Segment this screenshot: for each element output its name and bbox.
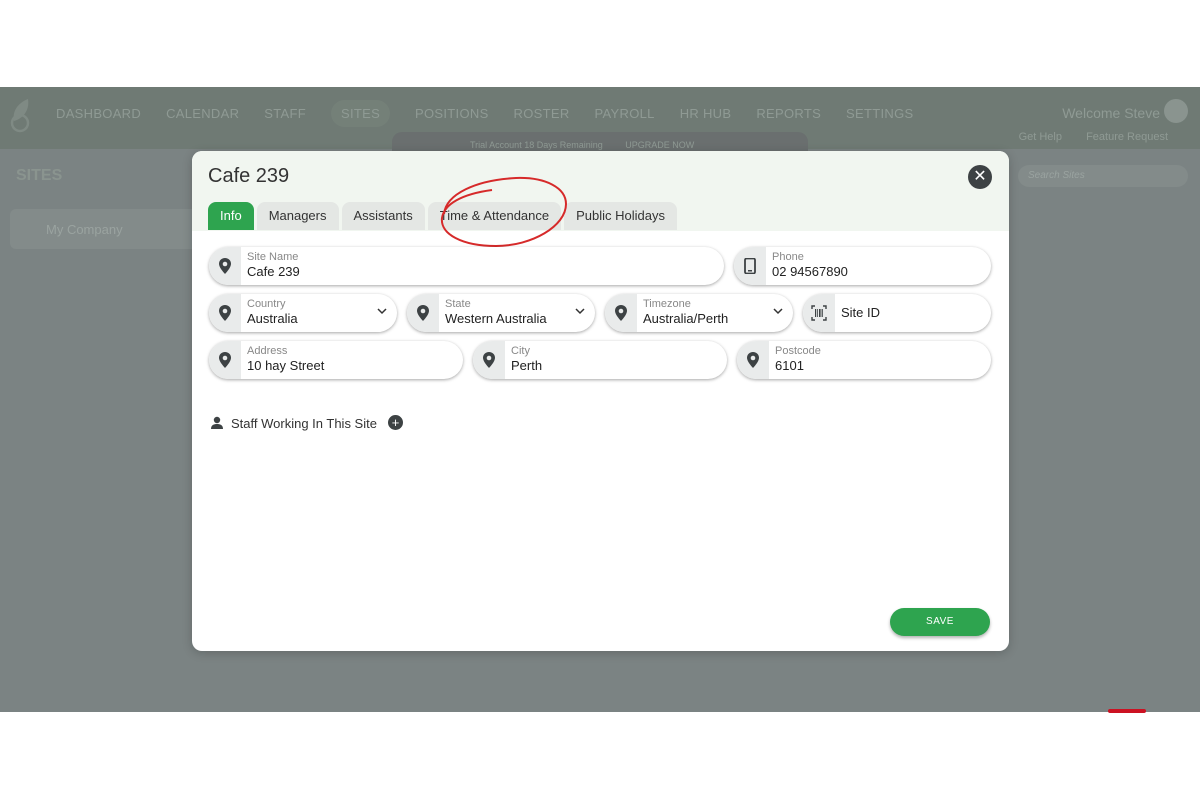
postcode-value[interactable]: 6101 bbox=[775, 358, 804, 373]
person-icon bbox=[211, 416, 223, 429]
location-pin-icon bbox=[209, 247, 241, 285]
state-select[interactable]: State Western Australia bbox=[407, 294, 595, 332]
location-pin-icon bbox=[605, 294, 637, 332]
phone-field[interactable]: Phone 02 94567890 bbox=[734, 247, 991, 285]
site-id-placeholder: Site ID bbox=[841, 305, 881, 320]
tab-managers[interactable]: Managers bbox=[256, 202, 339, 230]
nav-settings[interactable]: SETTINGS bbox=[846, 106, 913, 127]
phone-label: Phone bbox=[772, 251, 804, 263]
country-value: Australia bbox=[247, 311, 298, 326]
postcode-label: Postcode bbox=[775, 345, 821, 357]
location-pin-icon bbox=[209, 341, 241, 379]
modal-title: Cafe 239 bbox=[208, 165, 290, 187]
nav-roster[interactable]: ROSTER bbox=[514, 106, 570, 127]
nav-positions[interactable]: POSITIONS bbox=[415, 106, 489, 127]
tab-assistants[interactable]: Assistants bbox=[341, 202, 425, 230]
trial-text: Trial Account 18 Days Remaining bbox=[470, 140, 603, 150]
nav-payroll[interactable]: PAYROLL bbox=[595, 106, 655, 127]
location-pin-icon bbox=[407, 294, 439, 332]
postcode-field[interactable]: Postcode 6101 bbox=[737, 341, 991, 379]
nav-reports[interactable]: REPORTS bbox=[756, 106, 821, 127]
timezone-label: Timezone bbox=[643, 298, 691, 310]
chevron-down-icon bbox=[575, 308, 585, 315]
add-staff-icon[interactable]: + bbox=[388, 415, 403, 430]
chevron-down-icon bbox=[377, 308, 387, 315]
nav-dashboard[interactable]: DASHBOARD bbox=[56, 106, 141, 127]
nav-hr-hub[interactable]: HR HUB bbox=[680, 106, 732, 127]
city-value[interactable]: Perth bbox=[511, 358, 542, 373]
get-help-link[interactable]: Get Help bbox=[1019, 131, 1062, 143]
upgrade-link[interactable]: UPGRADE NOW bbox=[625, 140, 694, 150]
timezone-value: Australia/Perth bbox=[643, 311, 729, 326]
country-label: Country bbox=[247, 298, 286, 310]
close-icon[interactable]: ✕ bbox=[968, 165, 992, 189]
nav-staff[interactable]: STAFF bbox=[264, 106, 306, 127]
feature-request-link[interactable]: Feature Request bbox=[1086, 131, 1168, 143]
location-pin-icon bbox=[473, 341, 505, 379]
state-label: State bbox=[445, 298, 471, 310]
tab-info[interactable]: Info bbox=[208, 202, 254, 230]
city-field[interactable]: City Perth bbox=[473, 341, 727, 379]
welcome-text: Welcome Steve bbox=[1062, 105, 1160, 121]
site-name-field[interactable]: Site Name Cafe 239 bbox=[209, 247, 724, 285]
site-list-item[interactable]: My Company bbox=[46, 222, 123, 237]
annotation-mark bbox=[1108, 709, 1146, 713]
site-modal: Cafe 239 ✕ Info Managers Assistants Time… bbox=[192, 151, 1009, 651]
save-button[interactable]: SAVE bbox=[890, 608, 990, 636]
avatar[interactable] bbox=[1164, 99, 1188, 123]
tab-public-holidays[interactable]: Public Holidays bbox=[564, 202, 677, 230]
location-pin-icon bbox=[737, 341, 769, 379]
state-value: Western Australia bbox=[445, 311, 547, 326]
site-id-field[interactable]: Site ID bbox=[803, 294, 991, 332]
tab-time-attendance[interactable]: Time & Attendance bbox=[427, 202, 562, 230]
nav-calendar[interactable]: CALENDAR bbox=[166, 106, 239, 127]
search-sites-input[interactable]: Search Sites bbox=[1018, 165, 1188, 187]
timezone-select[interactable]: Timezone Australia/Perth bbox=[605, 294, 793, 332]
country-select[interactable]: Country Australia bbox=[209, 294, 397, 332]
sites-heading: SITES bbox=[16, 167, 63, 184]
site-name-label: Site Name bbox=[247, 251, 299, 263]
phone-value[interactable]: 02 94567890 bbox=[772, 264, 848, 279]
staff-section-label: Staff Working In This Site bbox=[231, 416, 377, 431]
site-name-value[interactable]: Cafe 239 bbox=[247, 264, 300, 279]
site-list: My Company bbox=[10, 209, 200, 249]
tab-bar: Info Managers Assistants Time & Attendan… bbox=[208, 202, 677, 230]
nav-sites[interactable]: SITES bbox=[330, 100, 391, 127]
chevron-down-icon bbox=[773, 308, 783, 315]
barcode-icon bbox=[803, 294, 835, 332]
city-label: City bbox=[511, 345, 530, 357]
address-label: Address bbox=[247, 345, 288, 357]
address-field[interactable]: Address 10 hay Street bbox=[209, 341, 463, 379]
phone-icon bbox=[734, 247, 766, 285]
address-value[interactable]: 10 hay Street bbox=[247, 358, 324, 373]
location-pin-icon bbox=[209, 294, 241, 332]
app-logo-icon bbox=[10, 99, 30, 133]
